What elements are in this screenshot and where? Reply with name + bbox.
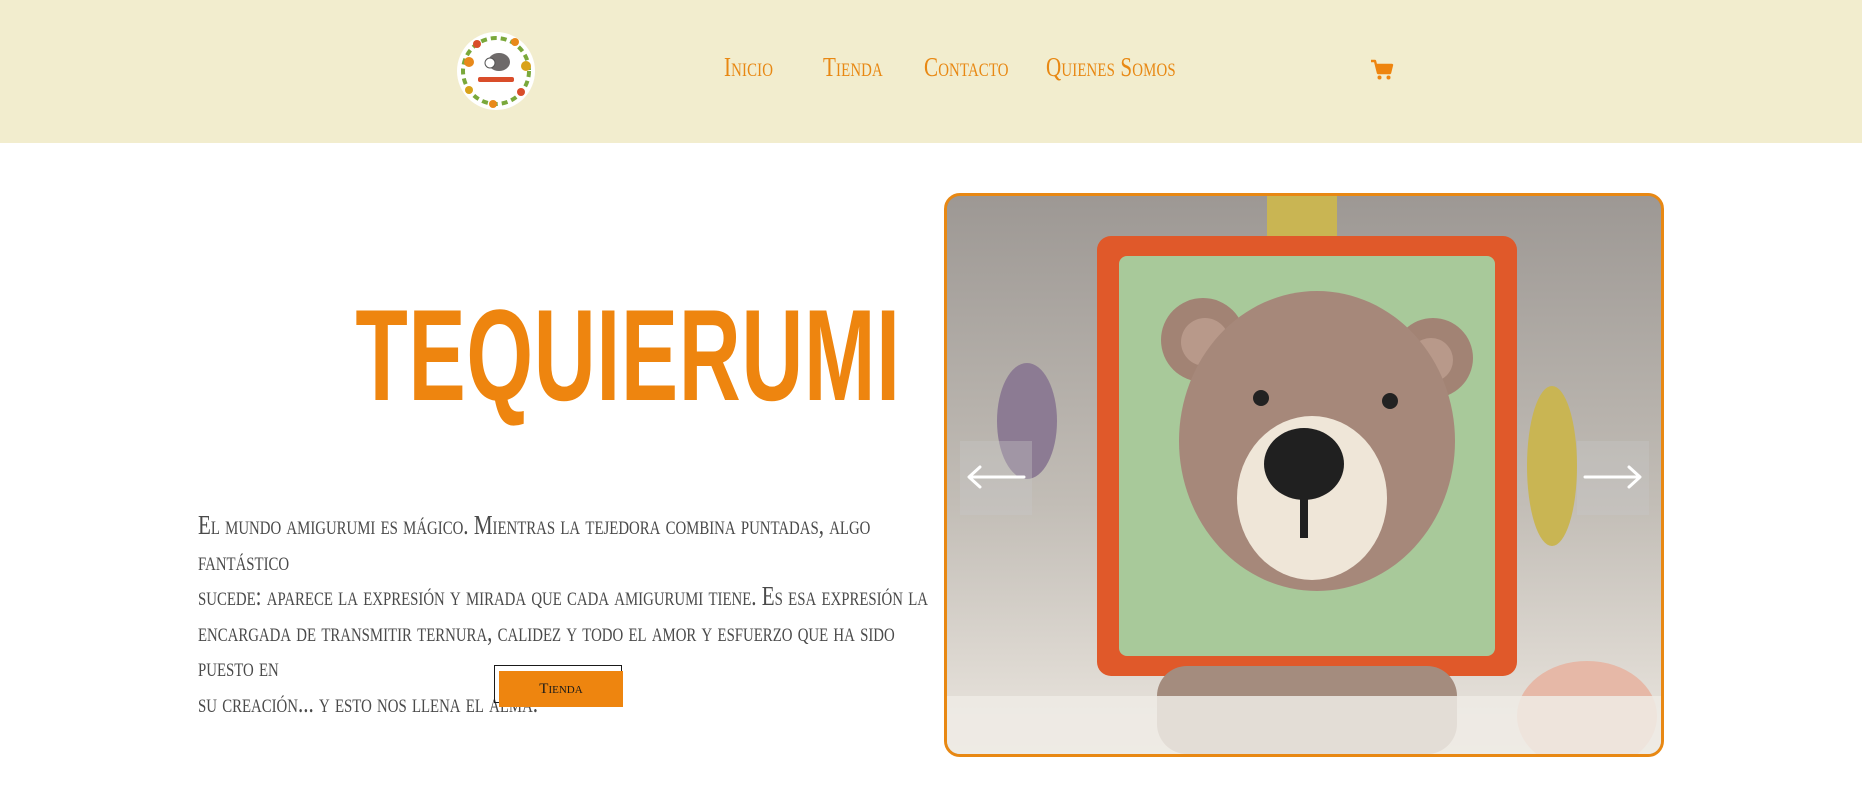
hero-text-line: El mundo amigurumi es mágico. Mientras l… [198, 510, 871, 576]
arrow-left-icon [966, 464, 1026, 493]
site-header: Inicio Tienda Contacto Quienes Somos [0, 0, 1862, 143]
carousel-prev-button[interactable] [960, 441, 1032, 515]
hero-title: TEQUIERUMI [355, 282, 901, 428]
amigurumi-bear-photo [947, 196, 1661, 754]
tequierumi-logo[interactable] [457, 32, 535, 110]
nav-link-contacto[interactable]: Contacto [924, 52, 1009, 83]
nav-link-tienda[interactable]: Tienda [823, 52, 883, 83]
carousel-next-button[interactable] [1577, 441, 1649, 515]
tienda-button[interactable]: Tienda [499, 671, 623, 707]
arrow-right-icon [1583, 464, 1643, 493]
shopping-cart-icon[interactable] [1370, 58, 1394, 82]
hero-text-line: sucede: aparece la expresión y mirada qu… [198, 581, 928, 611]
nav-link-inicio[interactable]: Inicio [724, 52, 773, 83]
shop-cta: Tienda [494, 665, 628, 709]
image-carousel[interactable] [944, 193, 1664, 757]
nav-link-quienes-somos[interactable]: Quienes Somos [1046, 52, 1176, 83]
